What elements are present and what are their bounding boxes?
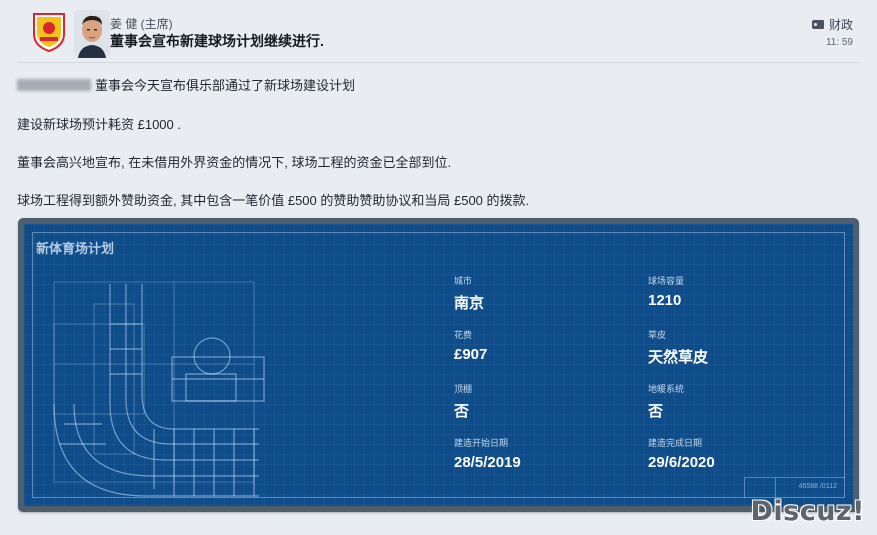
roof-value: 否 <box>454 403 470 420</box>
end-date-value: 29/6/2020 <box>648 454 715 471</box>
body-line-2: 建设新球场预计耗资 £1000 . <box>17 117 181 132</box>
cost-value: £907 <box>454 346 488 363</box>
discuz-watermark: Discuz! <box>750 496 865 527</box>
pitch-field: 草皮 天然草皮 <box>648 330 709 366</box>
blueprint: 新体育场计划 城市 南京 球场容量 1210 花费 £907 草皮 天然草皮 顶… <box>24 224 853 506</box>
chairman-avatar[interactable] <box>74 10 110 58</box>
message-time: 11: 59 <box>825 37 853 48</box>
city-value: 南京 <box>454 295 485 312</box>
category-text: 财政 <box>828 18 853 32</box>
stamp-text: 45588 /0112 <box>798 483 837 490</box>
pitch-value: 天然草皮 <box>648 349 709 366</box>
sender-name: 姜 健 (主席) <box>110 17 173 31</box>
stadium-plan-panel: 新体育场计划 城市 南京 球场容量 1210 花费 £907 草皮 天然草皮 顶… <box>18 218 859 512</box>
capacity-field: 球场容量 1210 <box>648 276 685 309</box>
roof-field: 顶棚 否 <box>454 384 473 420</box>
tag-icon <box>811 20 824 29</box>
capacity-value: 1210 <box>648 292 682 309</box>
club-crest-icon <box>32 12 66 53</box>
blurred-club-name <box>17 79 91 91</box>
message-header: 姜 健 (主席) 董事会宣布新建球场计划继续进行. 财政 11: 59 <box>18 6 859 63</box>
body-line-1: 董事会今天宣布俱乐部通过了新球场建设计划 <box>17 75 355 94</box>
body-line-3: 董事会高兴地宣布, 在未借用外界资金的情况下, 球场工程的资金已全部到位. <box>17 155 452 170</box>
end-date-field: 建造完成日期 29/6/2020 <box>648 438 715 471</box>
plan-title: 新体育场计划 <box>36 241 115 256</box>
blueprint-stamp: 45588 /0112 <box>744 477 845 498</box>
heating-field: 地暖系统 否 <box>648 384 685 420</box>
category-label[interactable]: 财政 <box>811 16 853 33</box>
message-subject: 董事会宣布新建球场计划继续进行. <box>110 33 324 49</box>
cost-field: 花费 £907 <box>454 330 488 363</box>
city-field: 城市 南京 <box>454 276 485 312</box>
stadium-drawing <box>53 281 265 497</box>
start-date-field: 建造开始日期 28/5/2019 <box>454 438 521 471</box>
heating-value: 否 <box>648 403 664 420</box>
body-line-4: 球场工程得到额外赞助资金, 其中包含一笔价值 £500 的赞助赞助协议和当局 £… <box>17 193 530 208</box>
start-date-value: 28/5/2019 <box>454 454 521 471</box>
